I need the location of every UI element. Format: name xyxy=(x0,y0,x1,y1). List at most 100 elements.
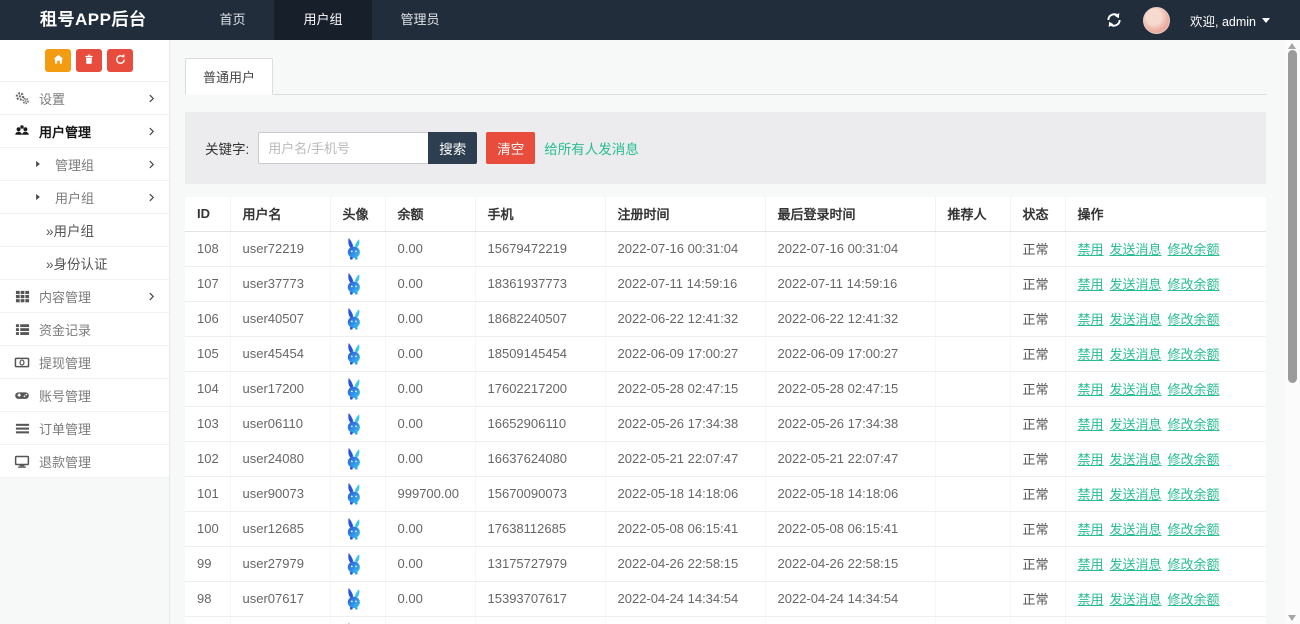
cell-username: user24080 xyxy=(230,441,330,476)
op-disable-link[interactable]: 禁用 xyxy=(1078,347,1104,362)
cell-username: user06110 xyxy=(230,406,330,441)
op-disable-link[interactable]: 禁用 xyxy=(1078,382,1104,397)
op-send-message-link[interactable]: 发送消息 xyxy=(1110,487,1162,502)
clear-button[interactable]: 清空 xyxy=(486,132,535,164)
sidebar-item-label: »用户组 xyxy=(46,220,94,240)
cell-status: 正常 xyxy=(1010,371,1065,406)
navbar-tab-1[interactable]: 用户组 xyxy=(274,0,371,40)
cell-status: 正常 xyxy=(1010,546,1065,581)
op-disable-link[interactable]: 禁用 xyxy=(1078,487,1104,502)
navbar-tab-0[interactable]: 首页 xyxy=(190,0,274,40)
op-send-message-link[interactable]: 发送消息 xyxy=(1110,417,1162,432)
op-send-message-link[interactable]: 发送消息 xyxy=(1110,347,1162,362)
quick-button-home[interactable] xyxy=(45,49,71,72)
sidebar-item-3[interactable]: 用户组 xyxy=(0,181,169,214)
cell-referrer xyxy=(935,581,1010,616)
op-modify-balance-link[interactable]: 修改余额 xyxy=(1168,487,1220,502)
column-header-6: 最后登录时间 xyxy=(765,197,935,231)
cell-id: 107 xyxy=(185,266,230,301)
op-send-message-link[interactable]: 发送消息 xyxy=(1110,382,1162,397)
op-modify-balance-link[interactable]: 修改余额 xyxy=(1168,592,1220,607)
op-disable-link[interactable]: 禁用 xyxy=(1078,242,1104,257)
sidebar-item-2[interactable]: 管理组 xyxy=(0,148,169,181)
user-avatar[interactable] xyxy=(1143,7,1170,34)
op-send-message-link[interactable]: 发送消息 xyxy=(1110,277,1162,292)
welcome-text: 欢迎, admin xyxy=(1190,11,1256,30)
keyword-input[interactable] xyxy=(258,132,428,164)
gamepad-icon xyxy=(14,387,30,403)
table-row: 104user172000.00176022172002022-05-28 02… xyxy=(185,371,1266,406)
op-modify-balance-link[interactable]: 修改余额 xyxy=(1168,452,1220,467)
sidebar-item-1[interactable]: 用户管理 xyxy=(0,115,169,148)
op-disable-link[interactable]: 禁用 xyxy=(1078,592,1104,607)
scrollbar-thumb[interactable] xyxy=(1288,50,1297,383)
op-modify-balance-link[interactable]: 修改余额 xyxy=(1168,417,1220,432)
cell-phone: 16637624080 xyxy=(475,441,605,476)
cell-phone: 16652906110 xyxy=(475,406,605,441)
op-disable-link[interactable]: 禁用 xyxy=(1078,522,1104,537)
refresh-icon[interactable] xyxy=(1105,11,1123,29)
cell-referrer xyxy=(935,441,1010,476)
op-send-message-link[interactable]: 发送消息 xyxy=(1110,312,1162,327)
scroll-down-arrow-icon[interactable] xyxy=(1288,615,1296,621)
cell-balance: 0.00 xyxy=(385,581,475,616)
sidebar-item-9[interactable]: 账号管理 xyxy=(0,379,169,412)
sidebar-item-7[interactable]: 资金记录 xyxy=(0,313,169,346)
chevron-right-icon xyxy=(146,126,157,137)
cell-last-login xyxy=(765,616,935,624)
op-modify-balance-link[interactable]: 修改余额 xyxy=(1168,277,1220,292)
broadcast-message-link[interactable]: 给所有人发消息 xyxy=(544,138,639,158)
op-modify-balance-link[interactable]: 修改余额 xyxy=(1168,382,1220,397)
sidebar-item-4[interactable]: »用户组 xyxy=(0,214,169,247)
op-send-message-link[interactable]: 发送消息 xyxy=(1110,242,1162,257)
quick-button-recycle[interactable] xyxy=(107,49,133,72)
sidebar-item-0[interactable]: 设置 xyxy=(0,82,169,115)
cell-referrer xyxy=(935,546,1010,581)
op-send-message-link[interactable]: 发送消息 xyxy=(1110,557,1162,572)
sidebar-item-5[interactable]: »身份认证 xyxy=(0,247,169,280)
op-disable-link[interactable]: 禁用 xyxy=(1078,312,1104,327)
tab-normal-users[interactable]: 普通用户 xyxy=(185,58,273,95)
cell-username: user12685 xyxy=(230,511,330,546)
cell-status: 正常 xyxy=(1010,231,1065,266)
cell-last-login: 2022-05-26 17:34:38 xyxy=(765,406,935,441)
op-disable-link[interactable]: 禁用 xyxy=(1078,277,1104,292)
cell-id: 106 xyxy=(185,301,230,336)
op-modify-balance-link[interactable]: 修改余额 xyxy=(1168,522,1220,537)
cell-id: 108 xyxy=(185,231,230,266)
op-disable-link[interactable]: 禁用 xyxy=(1078,557,1104,572)
op-disable-link[interactable]: 禁用 xyxy=(1078,452,1104,467)
sidebar-item-11[interactable]: 退款管理 xyxy=(0,445,169,478)
search-button[interactable]: 搜索 xyxy=(428,132,477,164)
cell-avatar xyxy=(330,546,385,581)
table-row: 正常禁用发送消息修改余额 xyxy=(185,616,1266,624)
scroll-up-arrow-icon[interactable] xyxy=(1288,43,1296,49)
op-send-message-link[interactable]: 发送消息 xyxy=(1110,592,1162,607)
op-modify-balance-link[interactable]: 修改余额 xyxy=(1168,557,1220,572)
cell-phone xyxy=(475,616,605,624)
op-modify-balance-link[interactable]: 修改余额 xyxy=(1168,312,1220,327)
cell-status: 正常 xyxy=(1010,581,1065,616)
caret-down-icon xyxy=(1262,18,1270,23)
op-modify-balance-link[interactable]: 修改余额 xyxy=(1168,347,1220,362)
navbar-tab-2[interactable]: 管理员 xyxy=(372,0,469,40)
op-send-message-link[interactable]: 发送消息 xyxy=(1110,452,1162,467)
sidebar-menu: 设置用户管理管理组用户组 »用户组 »身份认证内容管理资金记录提现管理账号管理订单管… xyxy=(0,82,169,478)
welcome-menu[interactable]: 欢迎, admin xyxy=(1190,11,1270,30)
quick-button-trash[interactable] xyxy=(76,49,102,72)
cell-status: 正常 xyxy=(1010,511,1065,546)
sidebar-item-10[interactable]: 订单管理 xyxy=(0,412,169,445)
grid-icon xyxy=(14,288,30,304)
rabbit-avatar-icon xyxy=(343,517,381,541)
cell-status: 正常 xyxy=(1010,336,1065,371)
op-disable-link[interactable]: 禁用 xyxy=(1078,417,1104,432)
vertical-scrollbar[interactable] xyxy=(1285,40,1300,624)
column-header-5: 注册时间 xyxy=(605,197,765,231)
op-modify-balance-link[interactable]: 修改余额 xyxy=(1168,242,1220,257)
op-send-message-link[interactable]: 发送消息 xyxy=(1110,522,1162,537)
table-row: 106user405070.00186822405072022-06-22 12… xyxy=(185,301,1266,336)
column-header-0: ID xyxy=(185,197,230,231)
sidebar-item-8[interactable]: 提现管理 xyxy=(0,346,169,379)
table-row: 103user061100.00166529061102022-05-26 17… xyxy=(185,406,1266,441)
sidebar-item-6[interactable]: 内容管理 xyxy=(0,280,169,313)
